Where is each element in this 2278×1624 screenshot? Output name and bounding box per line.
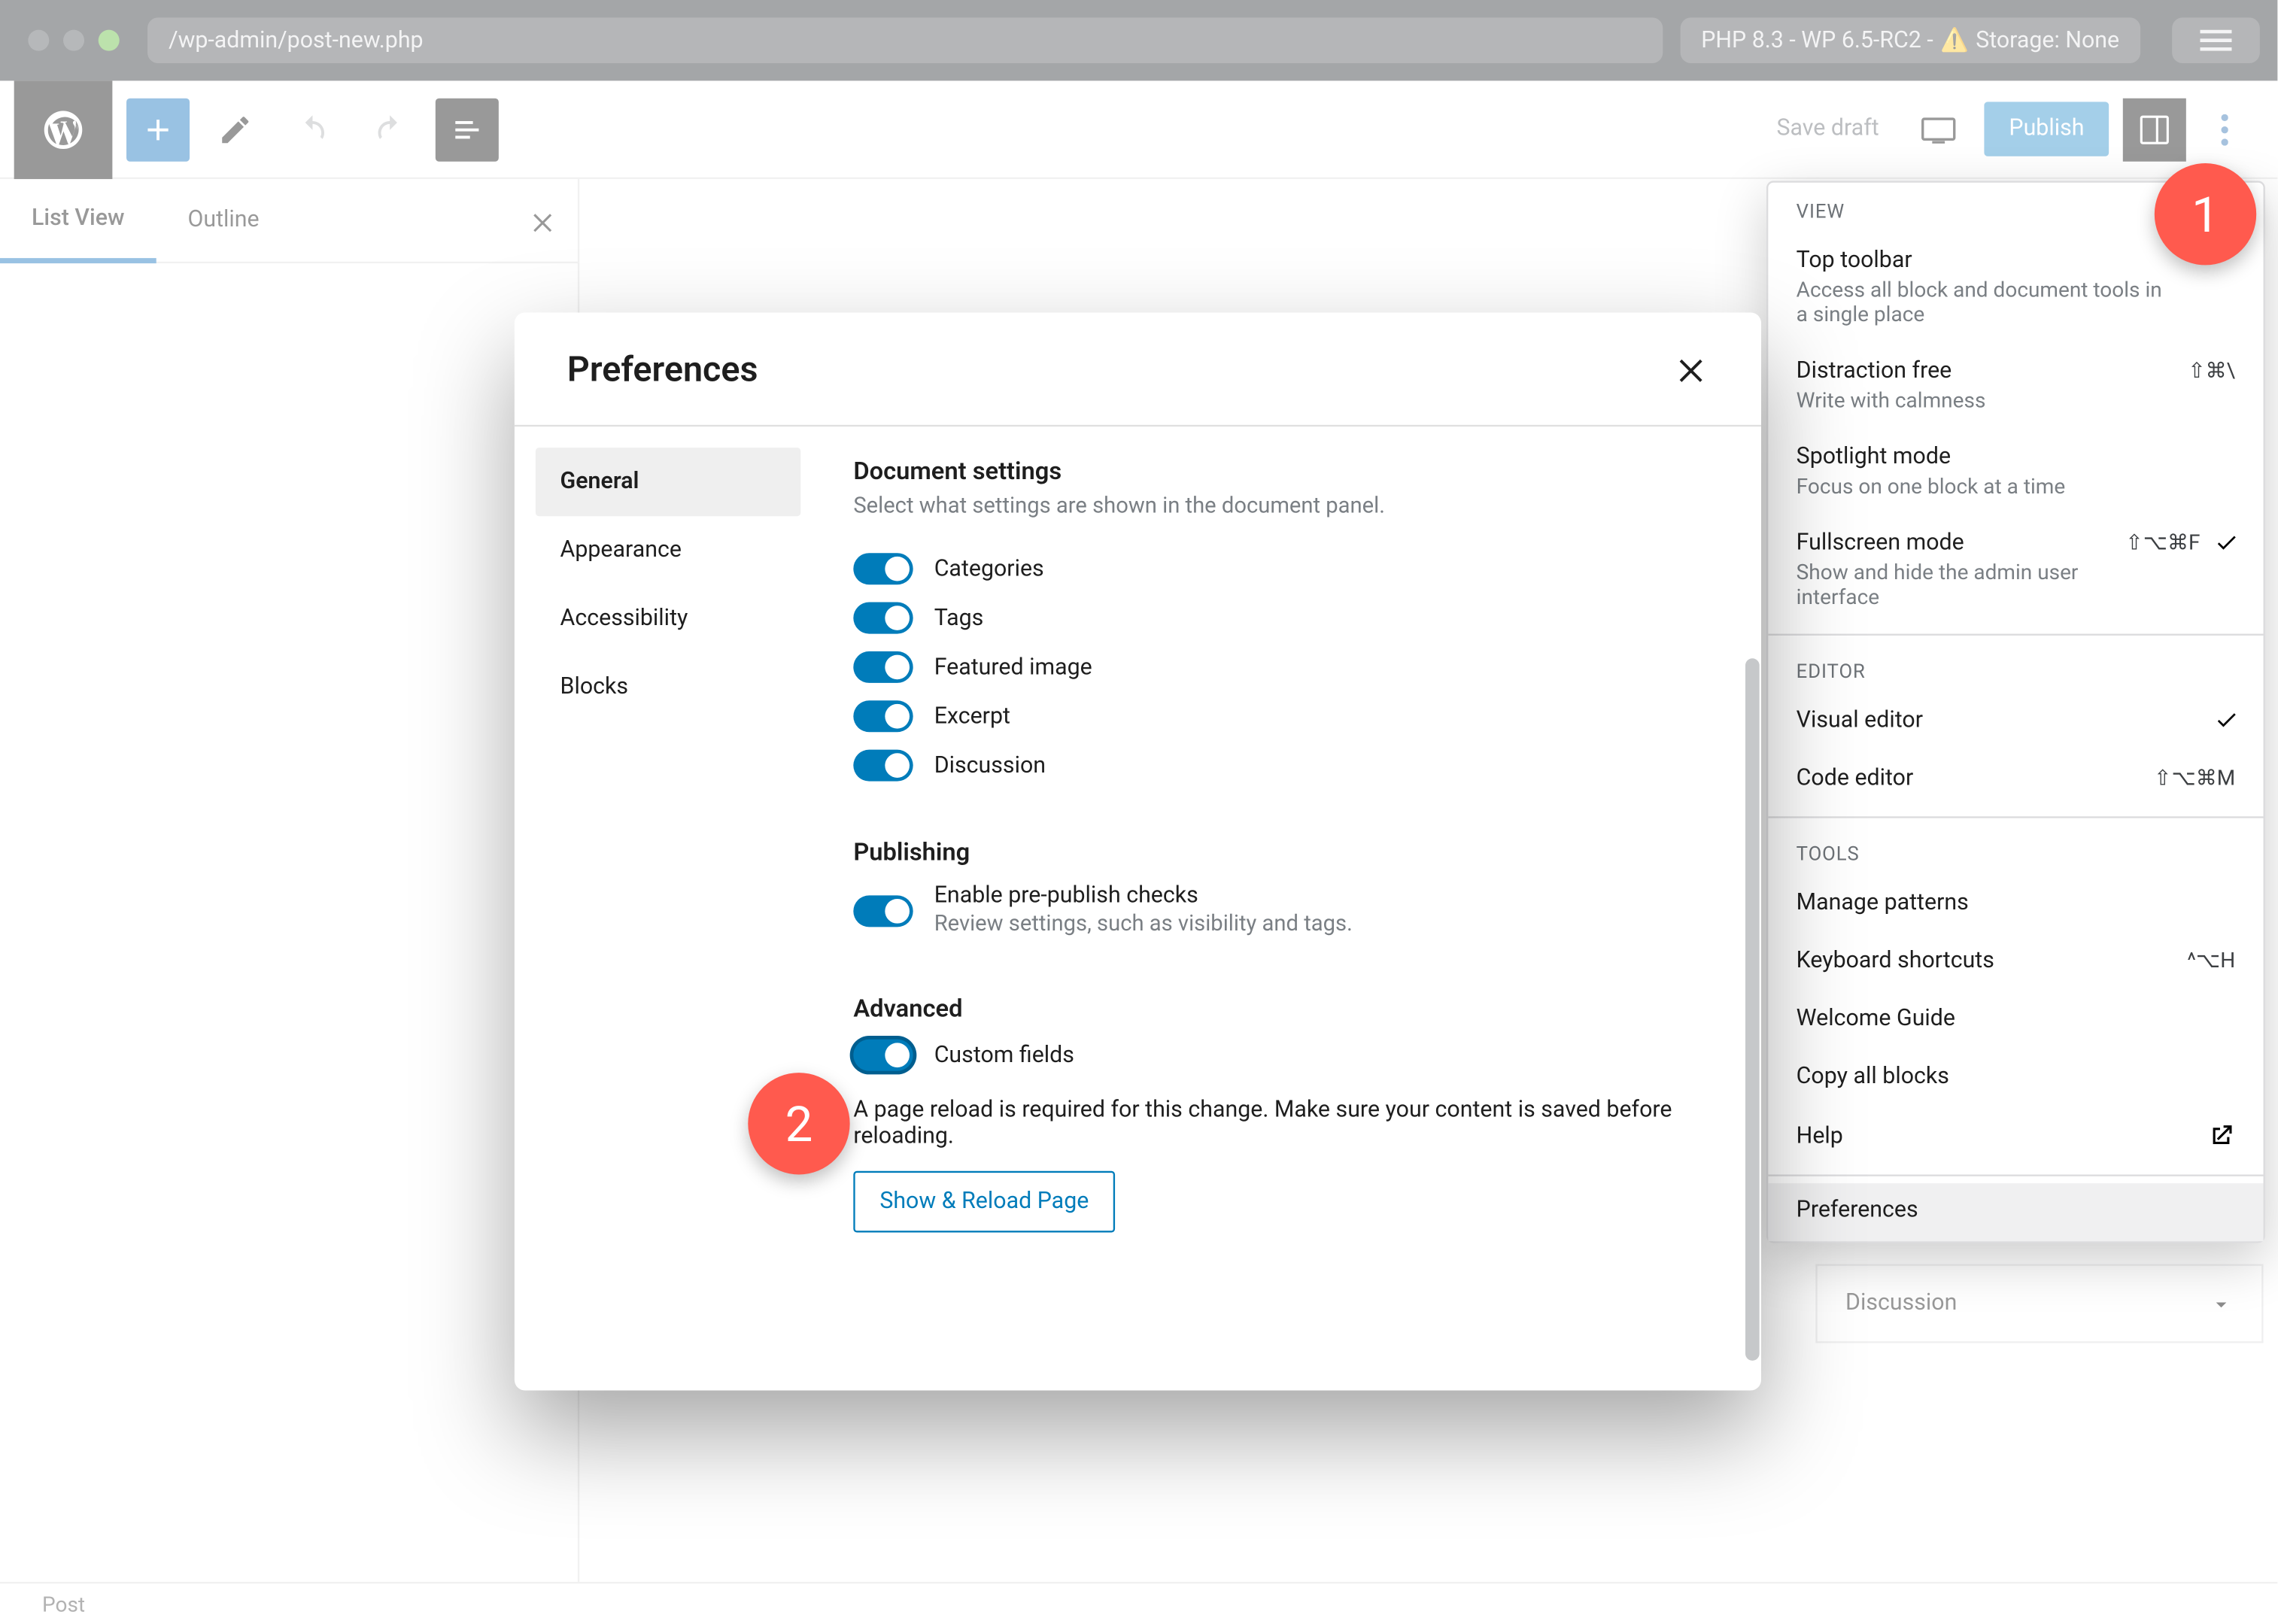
undo-button[interactable] bbox=[281, 98, 344, 161]
environment-status: PHP 8.3 - WP 6.5-RC2 - ⚠️ Storage: None bbox=[1680, 17, 2140, 63]
toggle-discussion[interactable] bbox=[853, 750, 913, 782]
window-close-icon[interactable] bbox=[28, 30, 49, 51]
label-custom-fields: Custom fields bbox=[934, 1042, 1074, 1068]
doc-settings-sub: Select what settings are shown in the do… bbox=[853, 493, 1733, 520]
show-reload-button[interactable]: Show & Reload Page bbox=[853, 1171, 1115, 1233]
toggle-custom-fields[interactable] bbox=[853, 1040, 913, 1071]
toggle-excerpt[interactable] bbox=[853, 700, 913, 732]
shortcut-label: ⇧⌥⌘M bbox=[2154, 766, 2235, 791]
shortcut-label: ⇧⌘\ bbox=[2188, 358, 2235, 383]
redo-button[interactable] bbox=[358, 98, 421, 161]
toggle-tags[interactable] bbox=[853, 603, 913, 634]
menu-copy-all-blocks[interactable]: Copy all blocks bbox=[1768, 1050, 2263, 1108]
section-publishing: Publishing Enable pre-publish checks Rev… bbox=[853, 839, 1733, 946]
menu-spotlight-mode[interactable]: Spotlight mode Focus on one block at a t… bbox=[1768, 430, 2263, 516]
check-icon bbox=[2214, 708, 2239, 733]
modal-scrollbar[interactable] bbox=[1745, 448, 1760, 1369]
document-overview-button[interactable] bbox=[436, 98, 499, 161]
warning-icon: ⚠️ bbox=[1940, 27, 1969, 53]
check-icon bbox=[2214, 530, 2239, 555]
label-tags: Tags bbox=[934, 605, 984, 631]
publishing-heading: Publishing bbox=[853, 839, 1733, 867]
label-featured-image: Featured image bbox=[934, 654, 1092, 680]
menu-fullscreen-mode[interactable]: Fullscreen mode Show and hide the admin … bbox=[1768, 516, 2263, 627]
window-titlebar: /wp-admin/post-new.php PHP 8.3 - WP 6.5-… bbox=[0, 0, 2277, 80]
menu-preferences[interactable]: Preferences bbox=[1768, 1183, 2263, 1241]
window-maximize-icon[interactable] bbox=[99, 30, 120, 51]
window-traffic-lights bbox=[17, 30, 129, 51]
sidebar-close-button[interactable] bbox=[508, 206, 578, 234]
annotation-callout-1: 1 bbox=[2155, 163, 2256, 265]
menu-code-editor[interactable]: Code editor ⇧⌥⌘M bbox=[1768, 751, 2263, 809]
wordpress-logo[interactable] bbox=[14, 80, 113, 178]
window-minimize-icon[interactable] bbox=[63, 30, 84, 51]
publish-button[interactable]: Publish bbox=[1985, 102, 2109, 156]
section-advanced: Advanced Custom fields A page reload is … bbox=[853, 995, 1733, 1232]
advanced-heading: Advanced bbox=[853, 995, 1733, 1023]
menu-help[interactable]: Help bbox=[1768, 1108, 2263, 1167]
menu-welcome-guide[interactable]: Welcome Guide bbox=[1768, 992, 2263, 1050]
menu-keyboard-shortcuts[interactable]: Keyboard shortcuts ^⌥H bbox=[1768, 934, 2263, 992]
app-menu-button[interactable] bbox=[2172, 17, 2260, 63]
scroll-thumb[interactable] bbox=[1745, 658, 1760, 1361]
panel-discussion-label: Discussion bbox=[1845, 1290, 1957, 1316]
reload-note: A page reload is required for this chang… bbox=[853, 1097, 1733, 1150]
tab-outline[interactable]: Outline bbox=[156, 178, 291, 263]
save-draft-button[interactable]: Save draft bbox=[1763, 105, 1894, 153]
panel-discussion[interactable]: Discussion bbox=[1818, 1264, 2262, 1341]
doc-settings-heading: Document settings bbox=[853, 458, 1733, 486]
nav-blocks[interactable]: Blocks bbox=[536, 653, 800, 721]
nav-accessibility[interactable]: Accessibility bbox=[536, 584, 800, 653]
editor-toolbar: Save draft Publish bbox=[0, 80, 2277, 179]
preferences-modal: Preferences General Appearance Accessibi… bbox=[515, 312, 1761, 1390]
menu-visual-editor[interactable]: Visual editor bbox=[1768, 694, 2263, 751]
section-document-settings: Document settings Select what settings a… bbox=[853, 458, 1733, 790]
post-settings-panel: Discussion bbox=[1815, 1264, 2263, 1343]
url-field[interactable]: /wp-admin/post-new.php bbox=[147, 17, 1663, 63]
more-menu-dropdown: VIEW Top toolbar Access all block and do… bbox=[1766, 181, 2265, 1243]
toggle-categories[interactable] bbox=[853, 553, 913, 584]
settings-panel-button[interactable] bbox=[2123, 98, 2186, 161]
toggle-prepublish-checks[interactable] bbox=[853, 894, 913, 926]
label-categories: Categories bbox=[934, 556, 1044, 582]
external-link-icon bbox=[2207, 1122, 2235, 1149]
preview-button[interactable] bbox=[1907, 98, 1970, 161]
tab-list-view[interactable]: List View bbox=[0, 178, 156, 263]
label-discussion: Discussion bbox=[934, 752, 1046, 779]
status-prefix: PHP 8.3 - WP 6.5-RC2 - bbox=[1701, 27, 1933, 53]
annotation-callout-2: 2 bbox=[748, 1073, 849, 1174]
preferences-close-button[interactable] bbox=[1673, 351, 1709, 387]
label-excerpt: Excerpt bbox=[934, 703, 1010, 730]
shortcut-label: ^⌥H bbox=[2187, 948, 2235, 973]
menu-distraction-free[interactable]: Distraction free Write with calmness ⇧⌘\ bbox=[1768, 344, 2263, 430]
sidebar-tabs: List View Outline bbox=[0, 179, 578, 263]
chevron-down-icon bbox=[2209, 1292, 2234, 1316]
label-prepublish: Enable pre-publish checks bbox=[934, 883, 1353, 909]
help-prepublish: Review settings, such as visibility and … bbox=[934, 911, 1353, 937]
url-text: /wp-admin/post-new.php bbox=[169, 27, 424, 53]
add-block-button[interactable] bbox=[126, 98, 190, 161]
shortcut-label: ⇧⌥⌘F bbox=[2125, 530, 2200, 555]
preferences-content: Document settings Select what settings a… bbox=[822, 426, 1761, 1390]
preferences-title: Preferences bbox=[567, 348, 758, 390]
status-suffix: Storage: None bbox=[1976, 27, 2119, 53]
footer-breadcrumb[interactable]: Post bbox=[42, 1592, 85, 1616]
menu-manage-patterns[interactable]: Manage patterns bbox=[1768, 876, 2263, 934]
nav-general[interactable]: General bbox=[536, 448, 800, 516]
preferences-nav: General Appearance Accessibility Blocks bbox=[515, 426, 822, 1390]
document-overview-sidebar: List View Outline bbox=[0, 179, 579, 1582]
nav-appearance[interactable]: Appearance bbox=[536, 516, 800, 584]
toggle-featured-image[interactable] bbox=[853, 651, 913, 683]
dropdown-section-editor: EDITOR bbox=[1768, 642, 2263, 694]
tools-button[interactable] bbox=[204, 98, 267, 161]
dropdown-section-tools: TOOLS bbox=[1768, 825, 2263, 876]
editor-footer: Post bbox=[0, 1582, 2277, 1624]
more-menu-button[interactable] bbox=[2201, 98, 2249, 161]
